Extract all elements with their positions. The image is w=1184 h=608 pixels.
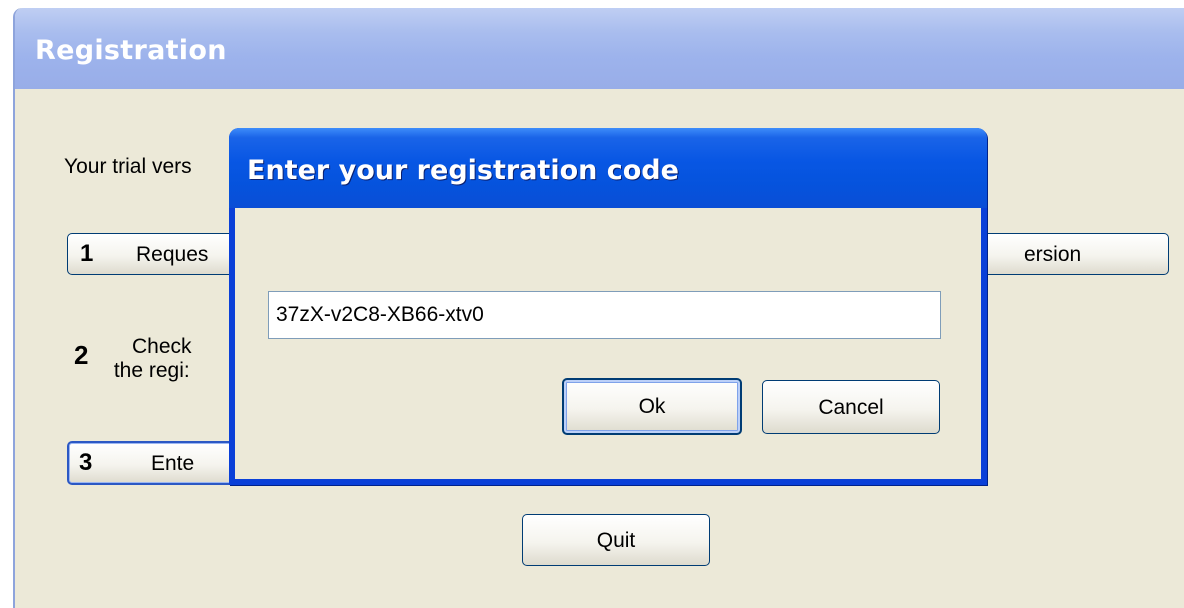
trial-message: Your trial vers: [64, 155, 192, 178]
quit-label: Quit: [596, 529, 636, 552]
step1-number: 1: [80, 240, 94, 267]
registration-code-dialog: Enter your registration code Ok Cancel: [229, 128, 987, 485]
dialog-titlebar[interactable]: Enter your registration code: [229, 128, 987, 208]
registration-title: Registration: [35, 35, 227, 66]
step3-number: 3: [79, 449, 93, 476]
cancel-button[interactable]: Cancel: [762, 380, 940, 434]
step2-line2: the regi:: [113, 359, 190, 382]
step1-label-right: ersion: [1024, 243, 1082, 266]
ok-label: Ok: [638, 395, 666, 418]
registration-titlebar[interactable]: Registration: [15, 8, 1184, 89]
step2-line1: Check: [132, 335, 192, 358]
step2-instructions: Check the regi:: [114, 335, 192, 383]
step2-number: 2: [74, 340, 89, 370]
cancel-label: Cancel: [818, 396, 884, 419]
quit-button[interactable]: Quit: [522, 514, 710, 566]
ok-button[interactable]: Ok: [562, 378, 742, 435]
dialog-body: Ok Cancel: [235, 208, 981, 479]
step1-label: Reques: [136, 243, 209, 266]
step3-label: Ente: [151, 452, 195, 475]
dialog-title: Enter your registration code: [247, 155, 679, 186]
registration-code-input[interactable]: [268, 291, 941, 339]
